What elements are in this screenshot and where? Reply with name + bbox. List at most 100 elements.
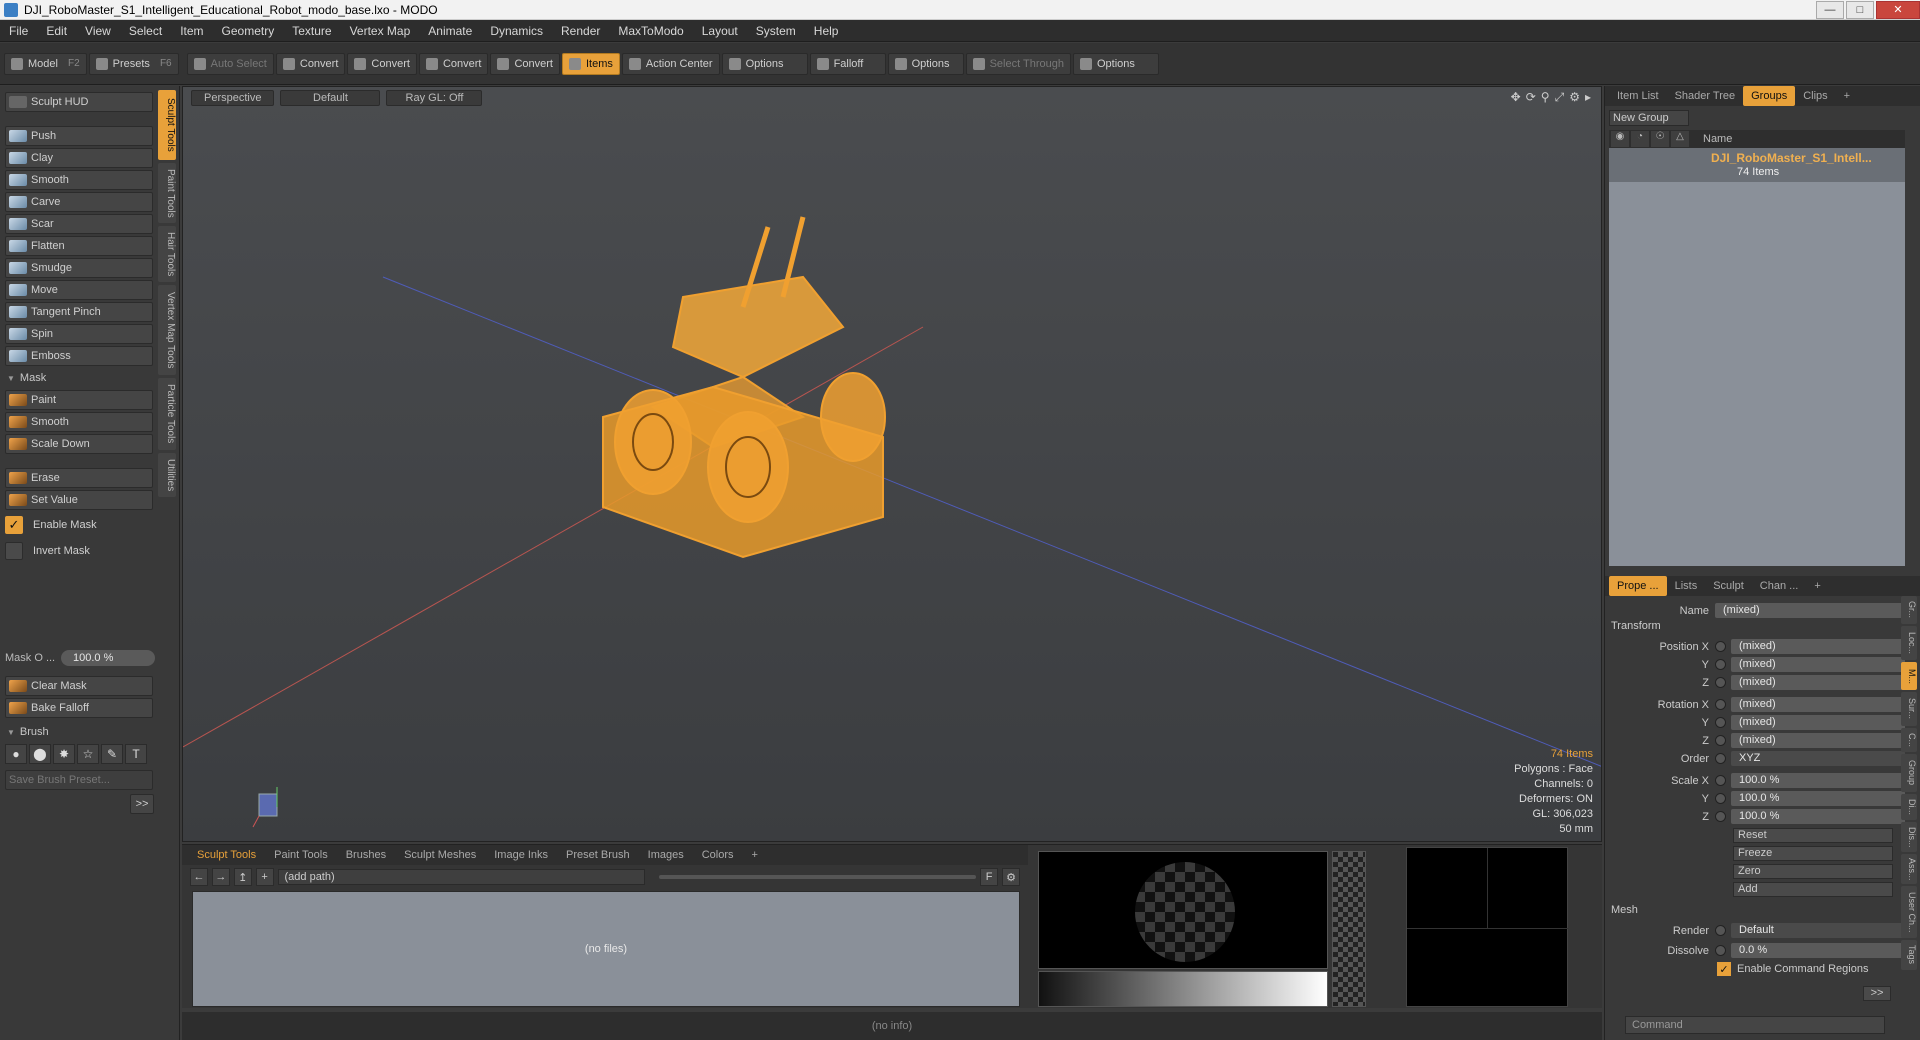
menu-maxtomodo[interactable]: MaxToModo	[609, 20, 692, 42]
close-button[interactable]: ✕	[1876, 0, 1920, 19]
tab-clips[interactable]: Clips	[1795, 86, 1835, 106]
rotation-z-field[interactable]: (mixed)	[1731, 733, 1905, 748]
file-browser-area[interactable]: (no files)	[192, 891, 1020, 1007]
robot-model[interactable]	[602, 216, 886, 559]
thumbnail-size-slider[interactable]	[658, 875, 977, 879]
save-brush-preset-button[interactable]: Save Brush Preset...	[5, 770, 153, 790]
vtab-utilities[interactable]: Utilities	[158, 453, 176, 497]
tab-sculpt[interactable]: Sculpt	[1705, 576, 1752, 596]
rvtab-group[interactable]: Group	[1901, 754, 1917, 792]
menu-view[interactable]: View	[76, 20, 120, 42]
path-dropdown[interactable]: (add path)	[277, 869, 645, 885]
eye-icon[interactable]: ◉	[1611, 131, 1629, 147]
rvtab-ass[interactable]: Ass...	[1901, 854, 1917, 884]
mesh-section-header[interactable]: Mesh	[1611, 904, 1638, 916]
menu-layout[interactable]: Layout	[693, 20, 747, 42]
up-folder-icon[interactable]: ↥	[233, 868, 252, 886]
mask-tool-smooth[interactable]: Smooth	[5, 412, 153, 432]
more-button[interactable]: >>	[1863, 986, 1891, 1001]
forward-arrow-icon[interactable]: →	[211, 868, 230, 886]
keyframe-dot-icon[interactable]	[1715, 699, 1726, 710]
btab-brushes[interactable]: Brushes	[337, 845, 395, 865]
enable-command-regions-checkbox[interactable]: ✓ Enable Command Regions	[1717, 962, 1868, 976]
position-x-field[interactable]: (mixed)	[1731, 639, 1905, 654]
add-dropdown[interactable]: Add	[1733, 882, 1893, 897]
tool-push[interactable]: Push	[5, 126, 153, 146]
rvtab-user-channels[interactable]: User Ch...	[1901, 886, 1917, 938]
tool-emboss[interactable]: Emboss	[5, 346, 153, 366]
rvtab-di[interactable]: Di...	[1901, 794, 1917, 820]
menu-help[interactable]: Help	[805, 20, 848, 42]
name-field[interactable]: (mixed)	[1715, 603, 1905, 618]
keyframe-dot-icon[interactable]	[1715, 945, 1726, 956]
menu-dynamics[interactable]: Dynamics	[481, 20, 552, 42]
enable-mask-checkbox[interactable]: ✓ Enable Mask	[5, 516, 97, 534]
render-dropdown[interactable]: Default	[1731, 923, 1905, 938]
vtab-particle-tools[interactable]: Particle Tools	[158, 378, 176, 450]
tab-shader-tree[interactable]: Shader Tree	[1667, 86, 1744, 106]
keyframe-dot-icon[interactable]	[1715, 641, 1726, 652]
add-tab-button[interactable]: +	[1836, 86, 1858, 106]
vtab-hair-tools[interactable]: Hair Tools	[158, 226, 176, 282]
btab-image-inks[interactable]: Image Inks	[485, 845, 557, 865]
tool-smudge[interactable]: Smudge	[5, 258, 153, 278]
tool-smooth[interactable]: Smooth	[5, 170, 153, 190]
auto-select-button[interactable]: Auto Select	[186, 52, 274, 75]
back-arrow-icon[interactable]: ←	[190, 868, 208, 886]
action-center-button[interactable]: Action Center	[621, 52, 720, 75]
rvtab-tags[interactable]: Tags	[1901, 940, 1917, 970]
rotation-y-field[interactable]: (mixed)	[1731, 715, 1905, 730]
hard-brush-icon[interactable]: ⬤	[29, 744, 51, 764]
star-brush-icon[interactable]: ☆	[77, 744, 99, 764]
keyframe-dot-icon[interactable]	[1715, 925, 1726, 936]
convert-polygons-button[interactable]: Convert	[418, 52, 489, 75]
tab-item-list[interactable]: Item List	[1609, 86, 1667, 106]
filter-icon[interactable]: F	[980, 868, 999, 886]
keyframe-dot-icon[interactable]	[1715, 753, 1726, 764]
menu-texture[interactable]: Texture	[283, 20, 340, 42]
rvtab-c[interactable]: C...	[1901, 728, 1917, 752]
freeze-dropdown[interactable]: Freeze	[1733, 846, 1893, 861]
tool-spin[interactable]: Spin	[5, 324, 153, 344]
3d-viewport[interactable]: Perspective Default Ray GL: Off ✥ ⟳ ⚲ ⤢ …	[182, 86, 1602, 842]
tab-properties[interactable]: Prope ...	[1609, 576, 1667, 596]
keyframe-dot-icon[interactable]	[1715, 677, 1726, 688]
groups-list[interactable]: DJI_RoboMaster_S1_Intell... 74 Items	[1609, 148, 1905, 566]
tab-lists[interactable]: Lists	[1667, 576, 1706, 596]
btab-sculpt-meshes[interactable]: Sculpt Meshes	[395, 845, 485, 865]
keyframe-dot-icon[interactable]	[1715, 793, 1726, 804]
tool-tangent-pinch[interactable]: Tangent Pinch	[5, 302, 153, 322]
falloff-button[interactable]: Falloff	[809, 52, 886, 75]
mask-tool-scale-down[interactable]: Scale Down	[5, 434, 153, 454]
clear-mask-button[interactable]: Clear Mask	[5, 676, 153, 696]
keyframe-dot-icon[interactable]	[1715, 717, 1726, 728]
keyframe-dot-icon[interactable]	[1715, 735, 1726, 746]
new-group-button[interactable]: New Group	[1609, 110, 1689, 126]
menu-item[interactable]: Item	[171, 20, 212, 42]
tab-groups[interactable]: Groups	[1743, 86, 1796, 106]
add-tab-button[interactable]: +	[743, 845, 767, 865]
tool-flatten[interactable]: Flatten	[5, 236, 153, 256]
brush-section-header[interactable]: ▼ Brush	[5, 724, 153, 740]
settings-gear-icon[interactable]: ⚙	[1002, 868, 1020, 886]
tool-carve[interactable]: Carve	[5, 192, 153, 212]
menu-file[interactable]: File	[0, 20, 37, 42]
soft-brush-icon[interactable]: ●	[5, 744, 27, 764]
rotation-x-field[interactable]: (mixed)	[1731, 697, 1905, 712]
tool-clay[interactable]: Clay	[5, 148, 153, 168]
rvtab-dis[interactable]: Dis...	[1901, 822, 1917, 852]
vtab-sculpt-tools[interactable]: Sculpt Tools	[158, 90, 176, 160]
scale-y-field[interactable]: 100.0 %	[1731, 791, 1905, 806]
transform-section-header[interactable]: Transform	[1611, 620, 1661, 632]
add-tab-button[interactable]: +	[1806, 576, 1828, 596]
scale-z-field[interactable]: 100.0 %	[1731, 809, 1905, 824]
mask-opacity-field[interactable]: Mask O ... 100.0 %	[5, 649, 155, 667]
erase-button[interactable]: Erase	[5, 468, 153, 488]
btab-paint-tools[interactable]: Paint Tools	[265, 845, 337, 865]
position-y-field[interactable]: (mixed)	[1731, 657, 1905, 672]
menu-select[interactable]: Select	[120, 20, 171, 42]
btab-sculpt-tools[interactable]: Sculpt Tools	[188, 845, 265, 865]
mask-tool-paint[interactable]: Paint	[5, 390, 153, 410]
menu-edit[interactable]: Edit	[37, 20, 76, 42]
lock-icon[interactable]: ☉	[1651, 131, 1669, 147]
